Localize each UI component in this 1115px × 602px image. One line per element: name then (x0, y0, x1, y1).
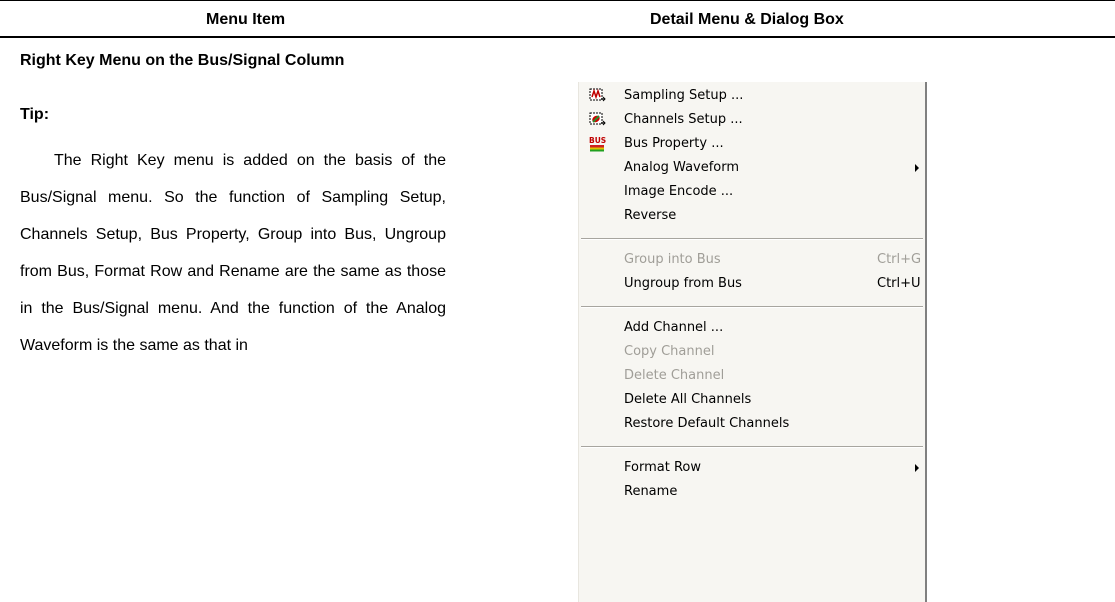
menu-item-group-into-bus[interactable]: Group into Bus Ctrl+G (579, 248, 925, 272)
menu-item-restore-default-channels[interactable]: Restore Default Channels (579, 412, 925, 436)
menu-item-delete-all-channels[interactable]: Delete All Channels (579, 388, 925, 412)
bus-icon-text: BUS (589, 136, 606, 145)
menu-item-label: Channels Setup ... (624, 112, 743, 127)
menu-item-column: Right Key Menu on the Bus/Signal Column … (20, 48, 466, 364)
menu-item-add-channel[interactable]: Add Channel ... (579, 316, 925, 340)
submenu-arrow-icon (915, 464, 919, 472)
table-header-row: Menu Item Detail Menu & Dialog Box (0, 0, 1115, 38)
menu-item-delete-channel[interactable]: Delete Channel (579, 364, 925, 388)
menu-item-analog-waveform[interactable]: Analog Waveform (579, 156, 925, 180)
menu-item-label: Rename (624, 484, 678, 499)
menu-item-label: Restore Default Channels (624, 416, 790, 431)
menu-separator (581, 238, 923, 240)
column-header-menu-item: Menu Item (206, 11, 286, 28)
channels-setup-icon (589, 111, 607, 129)
menu-item-channels-setup[interactable]: Channels Setup ... (579, 108, 925, 132)
menu-item-reverse[interactable]: Reverse (579, 204, 925, 228)
column-header-detail: Detail Menu & Dialog Box (650, 11, 844, 28)
menu-item-label: Reverse (624, 208, 677, 223)
menu-item-copy-channel[interactable]: Copy Channel (579, 340, 925, 364)
menu-item-label: Format Row (624, 460, 701, 475)
menu-item-sampling-setup[interactable]: Sampling Setup ... (579, 84, 925, 108)
sampling-setup-icon (589, 87, 607, 105)
section-title: Right Key Menu on the Bus/Signal Column (20, 52, 345, 69)
menu-item-label: Ungroup from Bus (624, 276, 742, 291)
top-rule (0, 0, 1115, 1)
menu-item-ungroup-from-bus[interactable]: Ungroup from Bus Ctrl+U (579, 272, 925, 296)
menu-item-label: Delete Channel (624, 368, 725, 383)
submenu-arrow-icon (915, 164, 919, 172)
menu-item-label: Analog Waveform (624, 160, 740, 175)
menu-item-bus-property[interactable]: BUS Bus Property ... (579, 132, 925, 156)
menu-item-label: Group into Bus (624, 252, 721, 267)
menu-item-label: Sampling Setup ... (624, 88, 744, 103)
menu-item-label: Bus Property ... (624, 136, 724, 151)
context-menu: Sampling Setup ... Channels Setup ... BU… (578, 82, 927, 602)
shortcut-label: Ctrl+U (877, 276, 921, 291)
menu-item-label: Image Encode ... (624, 184, 734, 199)
menu-item-image-encode[interactable]: Image Encode ... (579, 180, 925, 204)
menu-item-rename[interactable]: Rename (579, 480, 925, 504)
bus-property-icon: BUS (589, 135, 607, 153)
menu-separator (581, 446, 923, 448)
shortcut-label: Ctrl+G (877, 252, 922, 267)
menu-item-label: Copy Channel (624, 344, 715, 359)
tip-title: Tip: (20, 106, 50, 123)
menu-item-label: Delete All Channels (624, 392, 752, 407)
menu-item-label: Add Channel ... (624, 320, 724, 335)
menu-separator (581, 306, 923, 308)
menu-item-format-row[interactable]: Format Row (579, 456, 925, 480)
tip-body: The Right Key menu is added on the basis… (20, 152, 446, 354)
